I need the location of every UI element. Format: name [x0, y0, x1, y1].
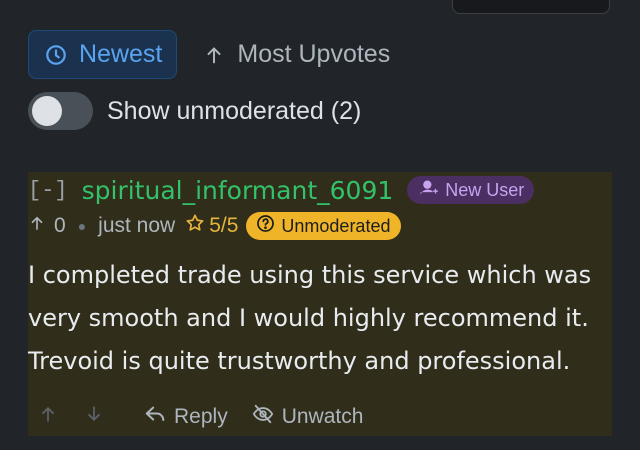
new-user-badge: New User: [407, 176, 535, 204]
comment-header: [-] spiritual_informant_6091 New User: [28, 174, 535, 206]
meta-separator: ●: [77, 218, 87, 234]
arrow-up-icon: [203, 44, 225, 66]
arrow-down-icon: [84, 404, 104, 430]
clock-icon: [45, 44, 67, 66]
star-icon: [185, 213, 205, 239]
unmoderated-badge: Unmoderated: [246, 212, 402, 240]
reply-button[interactable]: Reply: [144, 403, 228, 431]
comment-meta: 0 ● just now 5/5 Unmoderated: [28, 210, 402, 242]
comment-username[interactable]: spiritual_informant_6091: [82, 176, 394, 205]
reply-icon: [144, 403, 166, 431]
arrow-up-icon: [38, 404, 58, 430]
unwatch-button[interactable]: Unwatch: [252, 403, 364, 431]
sort-most-upvotes-button[interactable]: Most Upvotes: [187, 30, 404, 79]
new-user-label: New User: [445, 179, 525, 200]
unwatch-label: Unwatch: [281, 405, 364, 428]
top-input-box[interactable]: [452, 0, 610, 14]
sort-newest-button[interactable]: Newest: [28, 30, 178, 79]
eye-off-icon: [252, 403, 274, 431]
unmoderated-label: Unmoderated: [281, 215, 391, 236]
downvote-button[interactable]: [84, 404, 104, 430]
upvote-button[interactable]: [38, 404, 58, 430]
toggle-knob: [32, 96, 62, 126]
sort-options: Newest Most Upvotes: [28, 30, 404, 79]
user-plus-icon: [419, 178, 439, 203]
arrow-up-icon: [28, 214, 46, 238]
unmoderated-toggle-row: Show unmoderated (2): [28, 92, 361, 130]
show-unmoderated-toggle[interactable]: [28, 92, 93, 130]
collapse-button[interactable]: [-]: [28, 178, 68, 203]
show-unmoderated-label: Show unmoderated (2): [107, 96, 362, 125]
comment-rating: 5/5: [185, 213, 238, 239]
comment-score: 0: [28, 214, 66, 238]
sort-most-upvotes-label: Most Upvotes: [237, 40, 391, 68]
comment-body: I completed trade using this service whi…: [28, 261, 592, 375]
score-value: 0: [54, 214, 66, 237]
comment-timestamp: just now: [98, 214, 176, 237]
comment-card: [-] spiritual_informant_6091 New User 0 …: [28, 172, 612, 436]
reply-label: Reply: [174, 405, 228, 428]
question-circle-icon: [256, 214, 275, 238]
sort-newest-label: Newest: [79, 40, 163, 68]
rating-value: 5/5: [209, 214, 239, 237]
comment-actions: Reply Unwatch: [38, 400, 363, 434]
